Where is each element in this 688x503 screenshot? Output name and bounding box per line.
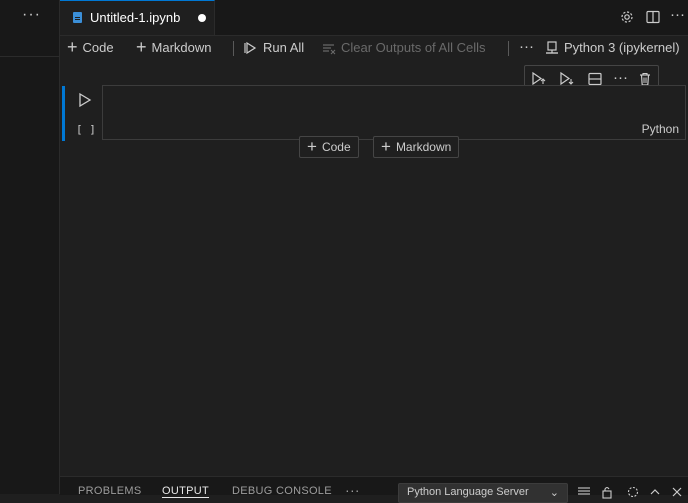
toolbar-more-button[interactable]: ··· bbox=[519, 38, 534, 55]
output-channel-select[interactable]: Python Language Server ⌄ bbox=[398, 483, 568, 503]
plus-icon: + bbox=[381, 137, 391, 156]
activity-sidebar: ··· bbox=[0, 0, 60, 494]
clear-outputs-label: Clear Outputs of All Cells bbox=[341, 40, 486, 55]
notebook-toolbar: + Code + Markdown Run All Clear Outputs … bbox=[60, 36, 688, 61]
insert-code-cell-button[interactable]: + Code bbox=[299, 136, 359, 158]
run-cell-icon[interactable] bbox=[78, 92, 92, 111]
execution-count: [ ] bbox=[76, 123, 96, 136]
sidebar-more-button[interactable]: ··· bbox=[22, 6, 41, 24]
filter-list-icon[interactable] bbox=[577, 485, 591, 499]
cell-language-label[interactable]: Python bbox=[642, 122, 679, 136]
insert-code-label: Code bbox=[321, 140, 351, 154]
notebook-file-icon bbox=[73, 12, 82, 23]
settings-icon[interactable] bbox=[626, 485, 640, 499]
kernel-label: Python 3 (ipykernel) bbox=[564, 40, 680, 55]
toolbar-separator bbox=[508, 41, 509, 56]
clear-outputs-button[interactable]: Clear Outputs of All Cells bbox=[322, 40, 486, 55]
add-code-label: Code bbox=[82, 40, 114, 55]
plus-icon: + bbox=[136, 36, 147, 57]
clear-all-icon bbox=[323, 43, 336, 54]
code-cell-editor[interactable]: Python bbox=[102, 85, 686, 140]
add-code-cell-button[interactable]: + Code bbox=[67, 36, 114, 57]
tab-untitled-1[interactable]: Untitled-1.ipynb bbox=[60, 0, 215, 35]
split-editor-icon[interactable] bbox=[645, 9, 661, 25]
kernel-icon bbox=[546, 40, 558, 54]
add-markdown-cell-button[interactable]: + Markdown bbox=[136, 36, 212, 57]
output-channel-value: Python Language Server bbox=[407, 486, 529, 498]
sidebar-divider bbox=[0, 56, 59, 57]
cell-more-icon[interactable]: ··· bbox=[613, 69, 629, 86]
run-all-button[interactable]: Run All bbox=[244, 40, 304, 55]
tab-problems[interactable]: PROBLEMS bbox=[78, 485, 142, 497]
run-all-label: Run All bbox=[263, 40, 305, 55]
tab-output[interactable]: OUTPUT bbox=[162, 485, 210, 498]
gear-icon[interactable] bbox=[619, 9, 635, 25]
lock-icon[interactable] bbox=[600, 485, 614, 499]
tab-title: Untitled-1.ipynb bbox=[90, 10, 181, 25]
insert-markdown-label: Markdown bbox=[395, 140, 452, 154]
cell-focus-indicator bbox=[62, 86, 65, 141]
kernel-picker[interactable]: Python 3 (ipykernel) bbox=[545, 40, 680, 55]
more-icon[interactable]: ··· bbox=[670, 6, 686, 23]
editor-tab-bar: Untitled-1.ipynb ··· bbox=[60, 0, 688, 36]
unsaved-dot-icon[interactable] bbox=[198, 14, 206, 22]
tab-debug-console[interactable]: DEBUG CONSOLE bbox=[232, 485, 332, 497]
add-markdown-label: Markdown bbox=[151, 40, 212, 55]
run-all-icon bbox=[244, 41, 257, 54]
bottom-panel: PROBLEMS OUTPUT DEBUG CONSOLE ··· Python… bbox=[60, 476, 688, 503]
panel-more-button[interactable]: ··· bbox=[345, 482, 360, 498]
plus-icon: + bbox=[307, 137, 317, 156]
toolbar-separator bbox=[233, 41, 234, 56]
insert-markdown-cell-button[interactable]: + Markdown bbox=[373, 136, 460, 158]
chevron-up-icon[interactable] bbox=[648, 485, 662, 499]
plus-icon: + bbox=[67, 36, 78, 57]
close-icon[interactable] bbox=[670, 485, 684, 499]
